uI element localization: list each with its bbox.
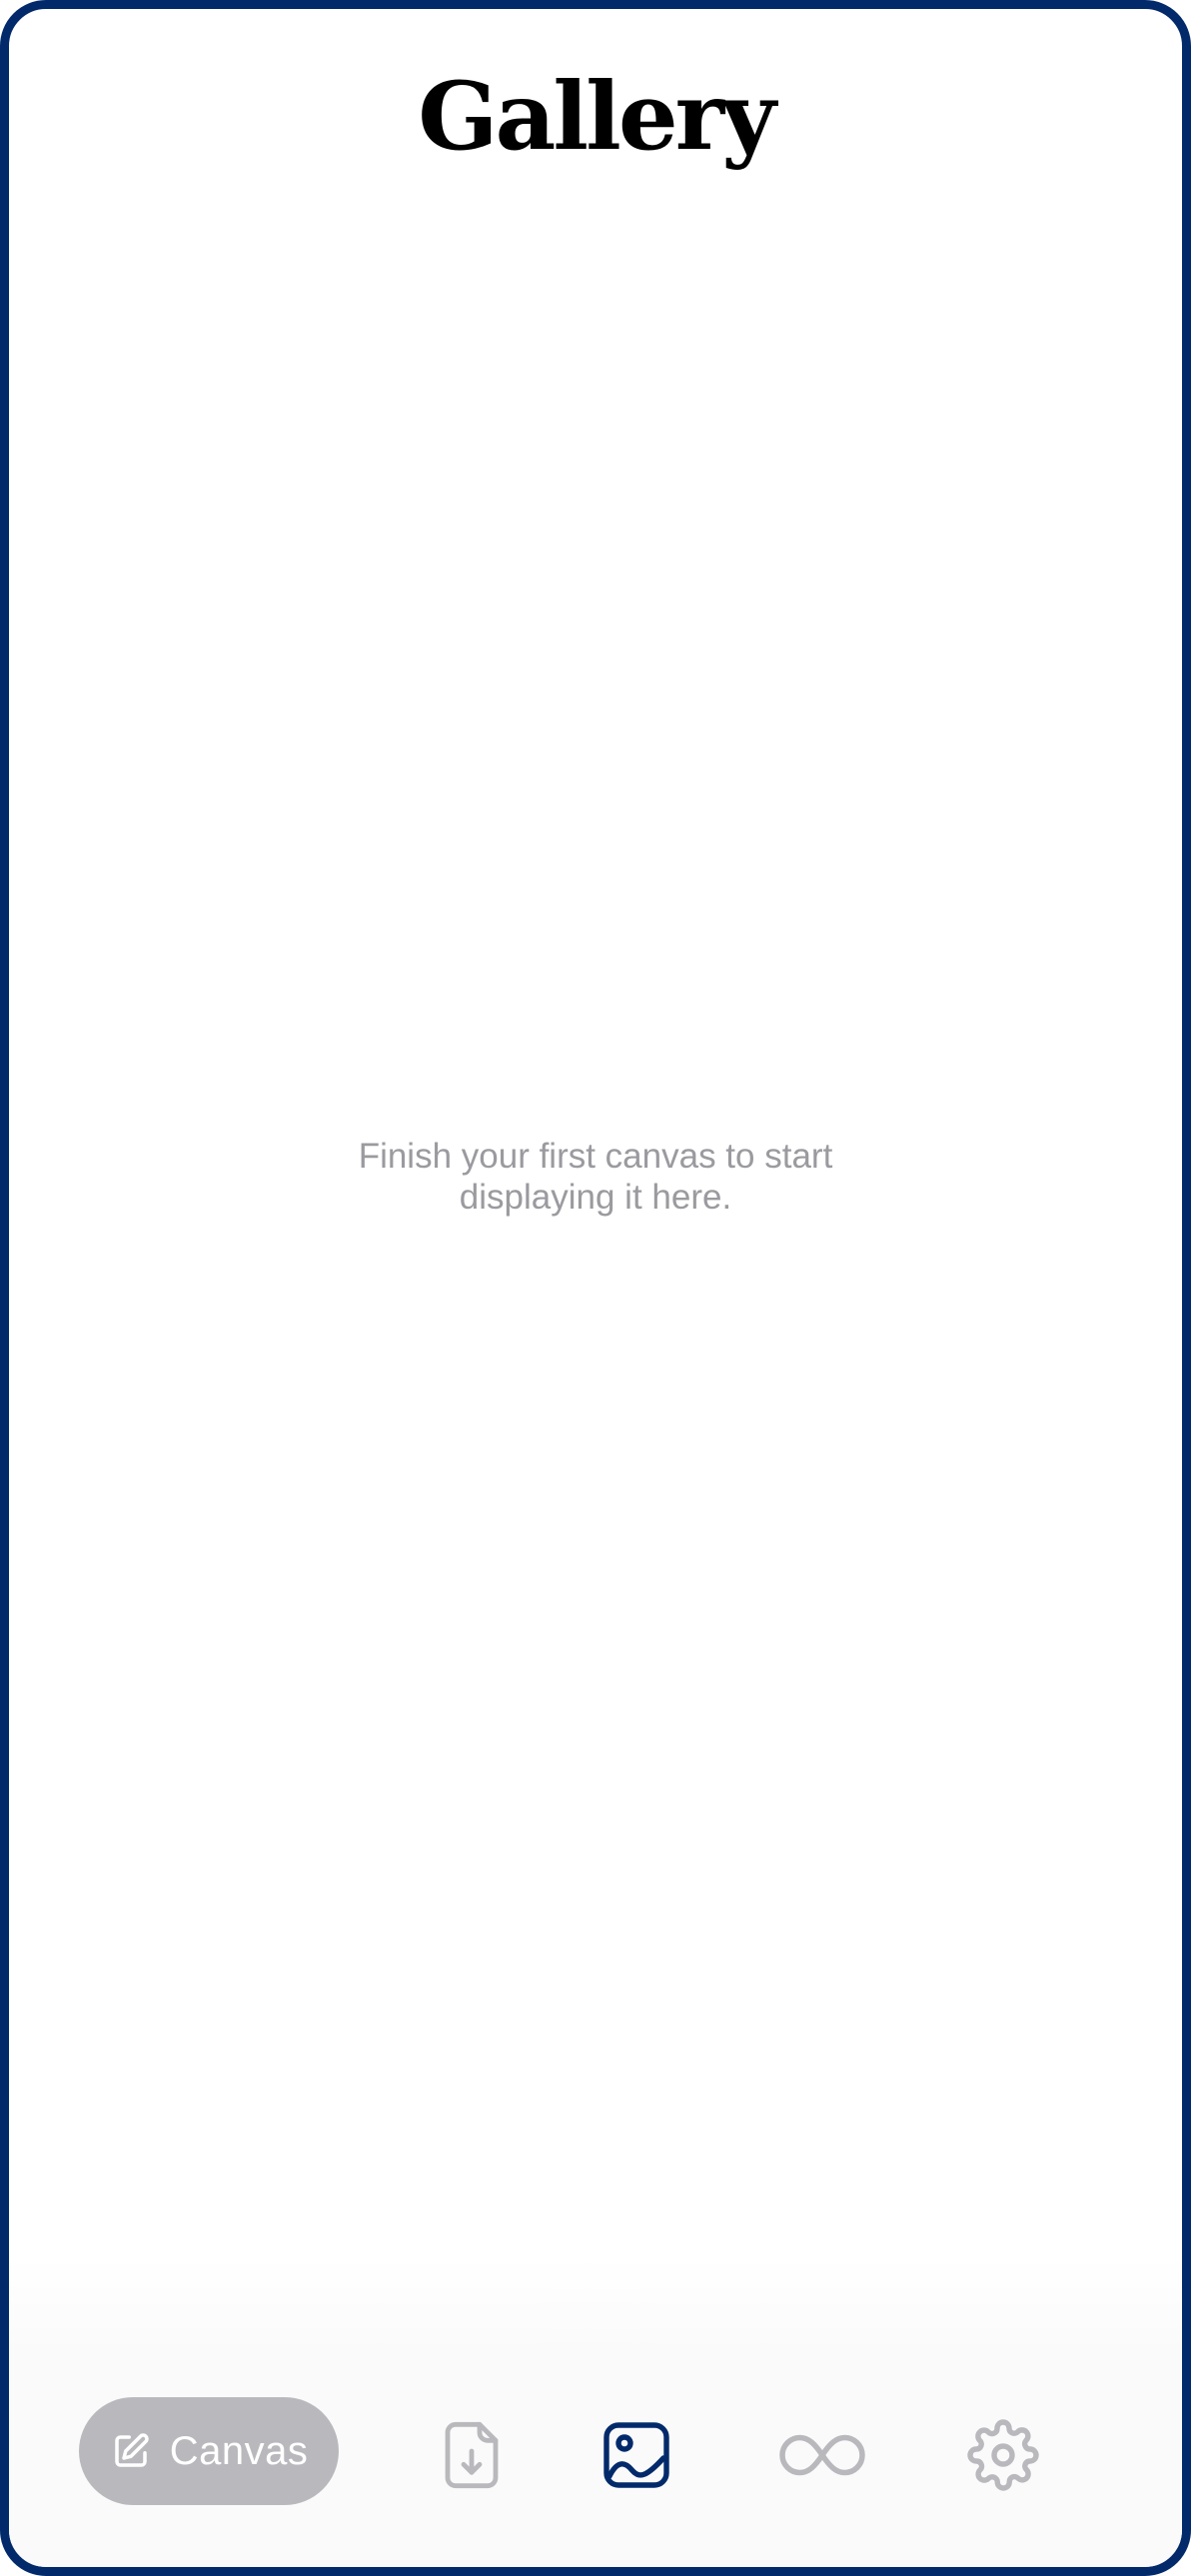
empty-state-message: Finish your first canvas to start displa… xyxy=(9,1136,1182,1218)
gear-icon xyxy=(967,2419,1039,2491)
pencil-square-icon xyxy=(110,2430,152,2472)
infinity-icon xyxy=(777,2430,867,2480)
tab-gallery[interactable] xyxy=(598,2417,674,2493)
content-fade xyxy=(9,2256,1182,2356)
page-title: Gallery xyxy=(418,62,776,172)
empty-state-line-1: Finish your first canvas to start xyxy=(358,1137,833,1176)
tab-import-file[interactable] xyxy=(434,2417,510,2493)
canvas-button[interactable]: Canvas xyxy=(79,2397,339,2505)
file-download-icon xyxy=(440,2419,504,2491)
empty-state-line-2: displaying it here. xyxy=(459,1178,732,1217)
tab-settings[interactable] xyxy=(965,2417,1041,2493)
image-icon xyxy=(600,2419,672,2491)
canvas-button-label: Canvas xyxy=(169,2428,309,2473)
tab-infinite-canvas[interactable] xyxy=(774,2417,870,2493)
app-screen: Gallery Finish your first canvas to star… xyxy=(0,0,1191,2576)
